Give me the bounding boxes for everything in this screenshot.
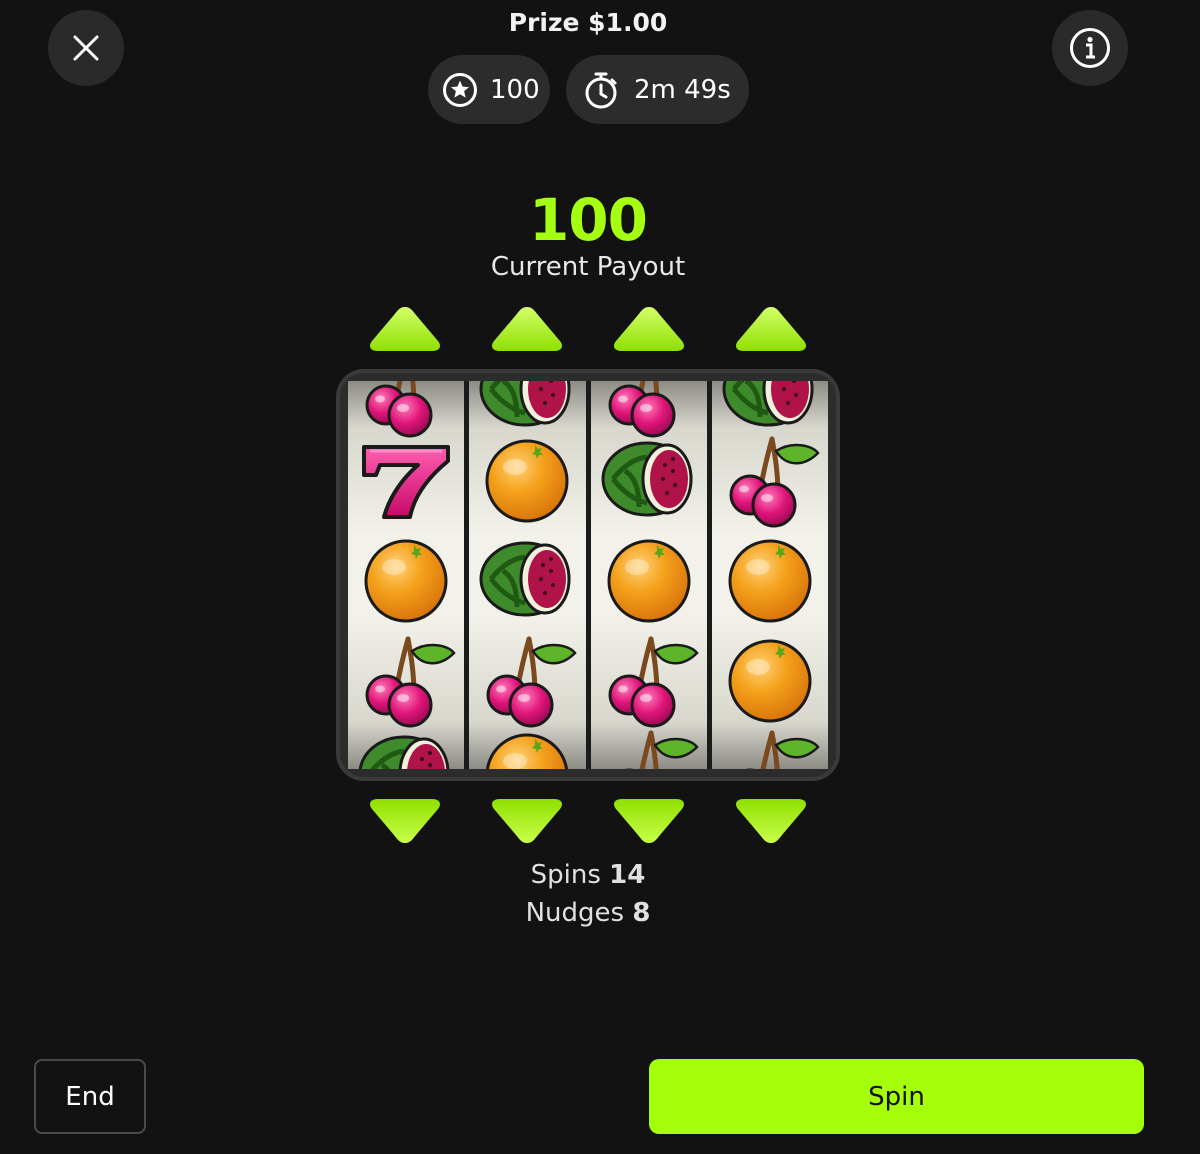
spin-button[interactable]: Spin <box>649 1059 1144 1134</box>
prize-label: Prize $1.00 <box>508 8 668 37</box>
current-payout-value: 100 <box>528 186 648 254</box>
watermelon-symbol <box>356 723 456 769</box>
timer-value: 2m 49s <box>634 74 731 105</box>
seven-symbol <box>356 429 456 529</box>
timer-badge: 2m 49s <box>566 55 749 124</box>
current-payout-label: Current Payout <box>490 252 686 282</box>
orange-symbol <box>720 629 820 729</box>
orange-symbol <box>356 529 456 629</box>
reel-4 <box>711 381 828 769</box>
orange-symbol <box>720 529 820 629</box>
points-value: 100 <box>490 74 540 105</box>
orange-symbol <box>477 723 577 769</box>
slot-machine <box>336 369 840 781</box>
reel-3 <box>590 381 707 769</box>
nudge-down-button-reel-4[interactable] <box>732 797 810 847</box>
nudges-value: 8 <box>632 898 651 928</box>
reel-2 <box>469 381 586 769</box>
nudge-up-button-reel-3[interactable] <box>610 303 688 353</box>
nudges-stat: Nudges 8 <box>0 898 1176 928</box>
nudge-down-button-reel-3[interactable] <box>610 797 688 847</box>
cherry-symbol <box>356 629 456 729</box>
reel-1 <box>348 381 465 769</box>
cherry-symbol <box>720 429 820 529</box>
spins-stat: Spins 14 <box>0 860 1176 890</box>
end-button[interactable]: End <box>34 1059 146 1134</box>
orange-symbol <box>599 529 699 629</box>
points-badge: 100 <box>428 55 550 124</box>
nudge-down-button-reel-1[interactable] <box>366 797 444 847</box>
cherry-symbol <box>599 723 699 769</box>
nudges-label: Nudges <box>525 898 625 928</box>
watermelon-symbol <box>599 429 699 529</box>
nudge-up-button-reel-4[interactable] <box>732 303 810 353</box>
orange-symbol <box>477 429 577 529</box>
close-icon <box>73 35 99 61</box>
star-circle-icon <box>443 72 477 107</box>
info-icon <box>1070 28 1110 68</box>
watermelon-symbol <box>477 529 577 629</box>
spins-label: Spins <box>530 860 601 890</box>
cherry-symbol <box>477 629 577 729</box>
nudge-up-button-reel-2[interactable] <box>488 303 566 353</box>
reels-container <box>348 381 828 769</box>
info-button[interactable] <box>1052 10 1128 86</box>
stopwatch-icon <box>585 72 617 108</box>
cherry-symbol <box>720 723 820 769</box>
nudge-up-button-reel-1[interactable] <box>366 303 444 353</box>
spins-value: 14 <box>609 860 646 890</box>
nudge-down-button-reel-2[interactable] <box>488 797 566 847</box>
cherry-symbol <box>599 629 699 729</box>
